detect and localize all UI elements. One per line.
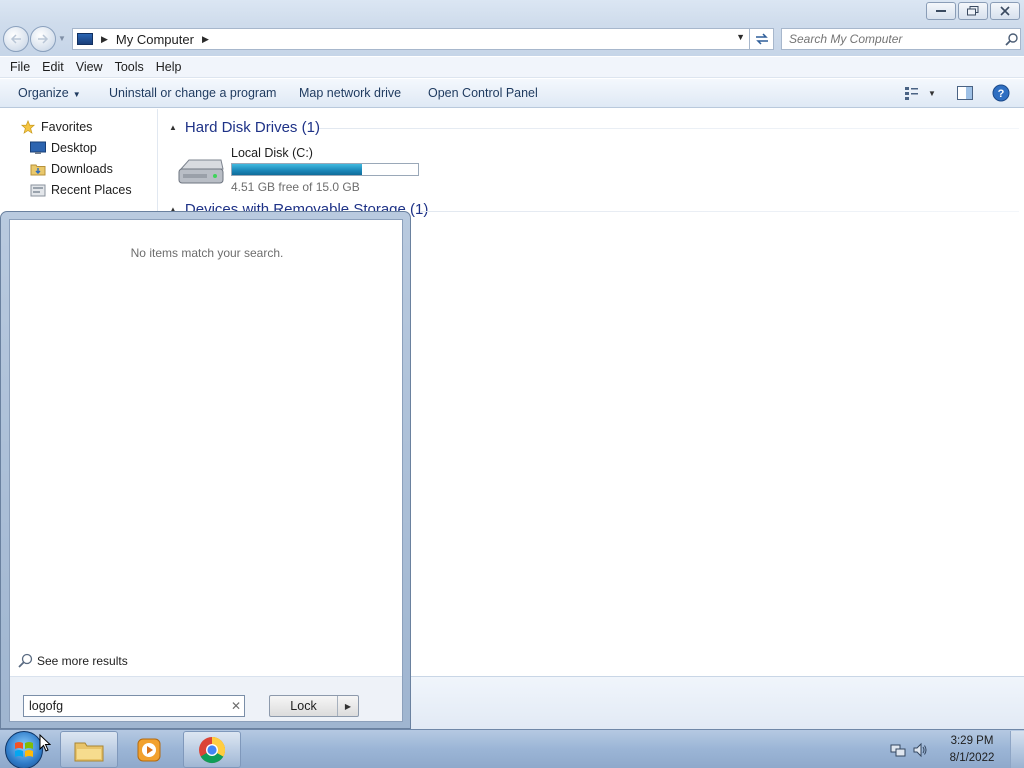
start-menu-bottom-bar: ✕ Lock ▶ bbox=[10, 677, 402, 721]
no-results-message: No items match your search. bbox=[130, 246, 284, 260]
collapse-triangle-icon: ▲ bbox=[169, 123, 177, 132]
minimize-icon bbox=[936, 10, 946, 12]
menu-view[interactable]: View bbox=[70, 60, 109, 74]
lock-button-label[interactable]: Lock bbox=[270, 696, 338, 716]
computer-icon bbox=[77, 33, 93, 45]
refresh-icon bbox=[755, 33, 768, 45]
start-search-input[interactable] bbox=[24, 697, 228, 715]
clock[interactable]: 3:29 PM 8/1/2022 bbox=[934, 733, 1010, 767]
nav-desktop[interactable]: Desktop bbox=[30, 141, 97, 155]
change-view-button[interactable]: ▼ bbox=[900, 83, 940, 103]
taskbar-explorer-button[interactable] bbox=[60, 731, 118, 768]
forward-button[interactable] bbox=[30, 26, 56, 52]
taskbar-chrome-button[interactable] bbox=[183, 731, 241, 768]
clock-date: 8/1/2022 bbox=[949, 751, 995, 764]
group-divider bbox=[319, 128, 1019, 129]
menu-edit[interactable]: Edit bbox=[36, 60, 70, 74]
downloads-label: Downloads bbox=[51, 162, 113, 176]
preview-pane-icon bbox=[957, 86, 973, 100]
chrome-icon bbox=[199, 736, 226, 763]
close-icon bbox=[1000, 6, 1010, 16]
network-icon[interactable] bbox=[890, 742, 906, 758]
restore-icon bbox=[967, 6, 979, 16]
forward-arrow-icon bbox=[38, 34, 49, 44]
shutdown-options-arrow-icon[interactable]: ▶ bbox=[338, 696, 358, 716]
windows-explorer-icon bbox=[74, 742, 104, 761]
restore-button[interactable] bbox=[958, 2, 988, 20]
view-options-icon bbox=[905, 87, 919, 100]
caption-buttons bbox=[926, 2, 1020, 20]
svg-text:?: ? bbox=[998, 88, 1005, 100]
back-button[interactable] bbox=[3, 26, 29, 52]
clear-search-icon[interactable]: ✕ bbox=[228, 699, 244, 713]
breadcrumb-chevron-icon[interactable]: ▶ bbox=[202, 34, 209, 45]
group-title: Hard Disk Drives (1) bbox=[184, 119, 320, 136]
hard-disk-icon bbox=[178, 159, 224, 184]
chevron-down-icon: ▼ bbox=[928, 88, 936, 98]
search-icon[interactable] bbox=[1002, 30, 1020, 48]
search-icon bbox=[18, 653, 33, 668]
nav-downloads[interactable]: Downloads bbox=[30, 162, 113, 176]
windows-logo-icon bbox=[15, 742, 33, 757]
group-divider bbox=[421, 211, 1019, 212]
start-menu-results-panel: No items match your search. See more res… bbox=[9, 219, 403, 722]
mouse-cursor-icon bbox=[39, 734, 51, 752]
drive-local-disk-c[interactable]: Local Disk (C:) 4.51 GB free of 15.0 GB bbox=[177, 143, 437, 194]
map-network-drive-button[interactable]: Map network drive bbox=[299, 86, 401, 100]
desktop-icon bbox=[30, 141, 46, 154]
search-input[interactable] bbox=[782, 30, 1002, 48]
see-more-results-label: See more results bbox=[37, 654, 128, 668]
chevron-down-icon: ▼ bbox=[72, 90, 81, 99]
start-button[interactable] bbox=[5, 731, 43, 768]
volume-icon[interactable] bbox=[912, 742, 928, 758]
lock-button[interactable]: Lock ▶ bbox=[269, 695, 359, 717]
uninstall-program-button[interactable]: Uninstall or change a program bbox=[109, 86, 276, 100]
drive-free-space: 4.51 GB free of 15.0 GB bbox=[231, 180, 360, 194]
see-more-results-link[interactable]: See more results bbox=[17, 653, 128, 669]
clock-time: 3:29 PM bbox=[950, 734, 994, 747]
preview-pane-button[interactable] bbox=[956, 83, 974, 103]
recent-pages-dropdown-icon[interactable]: ▼ bbox=[58, 34, 68, 44]
drive-usage-fill bbox=[232, 164, 363, 175]
minimize-button[interactable] bbox=[926, 2, 956, 20]
start-menu: No items match your search. See more res… bbox=[0, 211, 411, 729]
command-bar: Organize ▼ Uninstall or change a program … bbox=[0, 79, 1024, 108]
star-icon bbox=[20, 120, 36, 134]
breadcrumb-chevron-icon[interactable]: ▶ bbox=[101, 34, 108, 45]
drive-name: Local Disk (C:) bbox=[231, 146, 313, 160]
downloads-folder-icon bbox=[30, 164, 46, 176]
address-dropdown-icon[interactable]: ▼ bbox=[736, 32, 745, 42]
organize-label: Organize bbox=[18, 86, 69, 100]
drive-usage-bar bbox=[231, 163, 419, 176]
start-search-box[interactable]: ✕ bbox=[23, 695, 245, 717]
nav-favorites[interactable]: Favorites bbox=[20, 120, 92, 134]
back-arrow-icon bbox=[10, 34, 21, 44]
media-player-icon bbox=[137, 738, 161, 761]
recent-places-label: Recent Places bbox=[51, 183, 132, 197]
system-tray: 3:29 PM 8/1/2022 bbox=[890, 730, 1024, 768]
menu-tools[interactable]: Tools bbox=[109, 60, 150, 74]
organize-button[interactable]: Organize ▼ bbox=[18, 86, 81, 100]
help-icon: ? bbox=[992, 84, 1010, 102]
address-row: ▼ ▶ My Computer ▶ ▼ bbox=[0, 24, 1024, 56]
address-bar[interactable]: ▶ My Computer ▶ ▼ bbox=[72, 28, 750, 50]
taskbar: 3:29 PM 8/1/2022 bbox=[0, 729, 1024, 768]
refresh-button[interactable] bbox=[750, 28, 774, 50]
menu-file[interactable]: File bbox=[4, 60, 36, 74]
taskbar-media-player-button[interactable] bbox=[120, 731, 178, 768]
group-header-hard-disk-drives[interactable]: ▲ Hard Disk Drives (1) bbox=[169, 119, 320, 136]
open-control-panel-button[interactable]: Open Control Panel bbox=[428, 86, 538, 100]
recent-places-icon bbox=[30, 184, 46, 197]
breadcrumb-my-computer[interactable]: My Computer bbox=[116, 32, 194, 47]
favorites-label: Favorites bbox=[41, 120, 93, 134]
close-button[interactable] bbox=[990, 2, 1020, 20]
desktop-label: Desktop bbox=[51, 141, 97, 155]
search-box[interactable] bbox=[781, 28, 1021, 50]
show-desktop-button[interactable] bbox=[1010, 730, 1024, 768]
menu-help[interactable]: Help bbox=[150, 60, 188, 74]
help-button[interactable]: ? bbox=[991, 83, 1011, 103]
title-bar bbox=[0, 0, 1024, 24]
menu-bar: File Edit View Tools Help bbox=[0, 57, 1024, 78]
nav-recent-places[interactable]: Recent Places bbox=[30, 183, 132, 197]
